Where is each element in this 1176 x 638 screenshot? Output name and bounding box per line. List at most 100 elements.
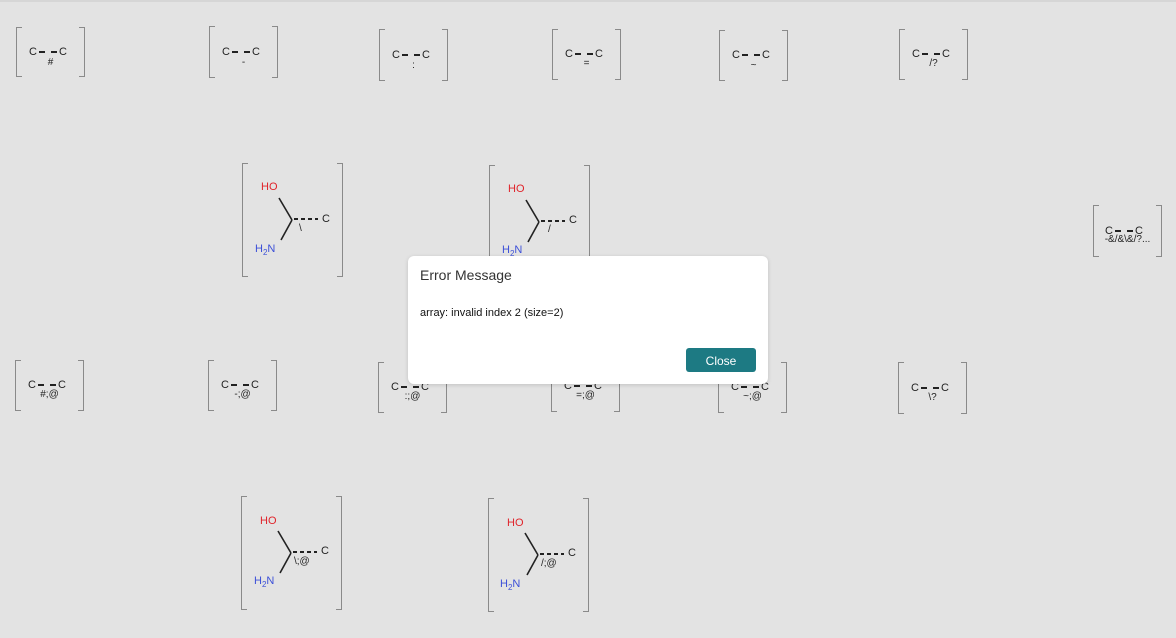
bond-symbol: /;@ — [541, 558, 557, 569]
error-message: array: invalid index 2 (size=2) — [420, 307, 564, 319]
bond: CC — [392, 49, 430, 61]
bond-symbol: :;@ — [404, 391, 421, 402]
molecule-card[interactable]: CC \? — [898, 362, 967, 414]
bracket-right — [962, 29, 968, 80]
atom-left: C — [392, 49, 400, 61]
bond-dash — [37, 384, 56, 387]
hydroxyl-label: HO — [261, 181, 278, 193]
amine-n: N — [514, 244, 523, 256]
amine-n: N — [266, 575, 275, 587]
bracket-right — [442, 29, 448, 81]
molecule-card[interactable]: CC /? — [899, 29, 968, 80]
bracket-right — [78, 360, 84, 411]
bracket-right — [1156, 205, 1162, 257]
molecule-card[interactable]: HO H2N C \ — [242, 163, 343, 277]
molecule-card[interactable]: CC -&/&\&/?... — [1093, 205, 1162, 257]
molecule-card[interactable]: CC #;@ — [15, 360, 84, 411]
atom-left: C — [222, 46, 230, 58]
bond-symbol: =;@ — [576, 390, 595, 401]
bracket-right — [79, 27, 85, 77]
bond-symbol: -;@ — [234, 389, 251, 400]
dialog-title: Error Message — [420, 267, 512, 283]
bond-dash — [741, 54, 760, 57]
bond-symbol: \? — [928, 392, 937, 403]
close-button[interactable]: Close — [686, 348, 756, 372]
bond-dash — [921, 53, 940, 56]
amine-h: H — [500, 578, 508, 590]
bracket-left — [209, 26, 215, 78]
bracket-left — [379, 29, 385, 81]
bond-symbol: / — [548, 224, 551, 235]
molecule-card[interactable]: HO H2N C \;@ — [241, 496, 342, 610]
atom-right: C — [761, 49, 770, 61]
bond-dash — [1114, 230, 1133, 233]
amine-label: H2N — [254, 575, 274, 589]
bracket-left — [1093, 205, 1099, 257]
bond-dash — [920, 387, 939, 390]
molecule-card[interactable]: CC : — [379, 29, 448, 81]
bond-symbol: \;@ — [294, 556, 310, 567]
bond-symbol: - — [241, 57, 246, 68]
atom-left: C — [732, 49, 740, 61]
bond-symbol: = — [583, 58, 590, 69]
bond-symbol: #;@ — [40, 389, 59, 400]
bracket-right — [272, 26, 278, 78]
bond-dash — [574, 53, 593, 56]
bond: CC — [222, 46, 260, 58]
bond-symbol: ~;@ — [743, 391, 762, 402]
bond-dash — [740, 386, 759, 389]
atom-right: C — [58, 46, 67, 58]
bracket-right — [781, 362, 787, 413]
bond-symbol: -&/&\&/?... — [1104, 234, 1151, 245]
molecule-card[interactable]: CC - — [209, 26, 278, 78]
atom-right: C — [321, 545, 329, 557]
bond-dash — [573, 385, 592, 388]
amine-n: N — [512, 578, 521, 590]
bracket-right — [271, 360, 277, 411]
bond-symbol: \ — [299, 223, 302, 234]
atom-right: C — [568, 547, 576, 559]
bracket-left — [898, 362, 904, 414]
bracket-left — [378, 362, 384, 413]
bracket-left — [15, 360, 21, 411]
molecule-card[interactable]: CC -;@ — [208, 360, 277, 411]
bracket-right — [782, 30, 788, 81]
error-dialog: Error Message array: invalid index 2 (si… — [408, 256, 768, 384]
hydroxyl-label: HO — [508, 183, 525, 195]
molecule-card[interactable]: HO H2N C /;@ — [488, 498, 589, 612]
bracket-left — [719, 30, 725, 81]
atom-right: C — [322, 213, 330, 225]
molecule-card[interactable]: HO H2N C / — [489, 165, 590, 265]
bracket-left — [552, 29, 558, 80]
hydroxyl-label: HO — [260, 515, 277, 527]
amine-label: H2N — [255, 243, 275, 257]
molecule-card[interactable]: CC = — [552, 29, 621, 80]
bracket-left — [16, 27, 22, 77]
top-divider — [0, 0, 1176, 2]
atom-left: C — [29, 46, 37, 58]
bond-symbol: # — [47, 57, 54, 68]
molecule-card[interactable]: C C # — [16, 27, 85, 77]
bond-dash — [231, 51, 250, 54]
amine-h: H — [502, 244, 510, 256]
bond-dash — [230, 384, 249, 387]
hydroxyl-label: HO — [507, 517, 524, 529]
amine-n: N — [267, 243, 276, 255]
bracket-left — [208, 360, 214, 411]
bracket-right — [961, 362, 967, 414]
bond-dash — [38, 51, 57, 54]
bond-dash — [400, 386, 419, 389]
bond-symbol: /? — [929, 58, 938, 69]
bond-symbol: : — [412, 60, 415, 71]
atom-right: C — [569, 214, 577, 226]
amine-h: H — [254, 575, 262, 587]
amine-label: H2N — [500, 578, 520, 592]
amine-h: H — [255, 243, 263, 255]
bracket-right — [615, 29, 621, 80]
bracket-left — [899, 29, 905, 80]
bond-symbol: ~ — [750, 60, 757, 71]
atom-right: C — [421, 49, 430, 61]
molecule-card[interactable]: C C ~ — [719, 30, 788, 81]
bond-dash — [401, 54, 420, 57]
atom-right: C — [251, 46, 260, 58]
